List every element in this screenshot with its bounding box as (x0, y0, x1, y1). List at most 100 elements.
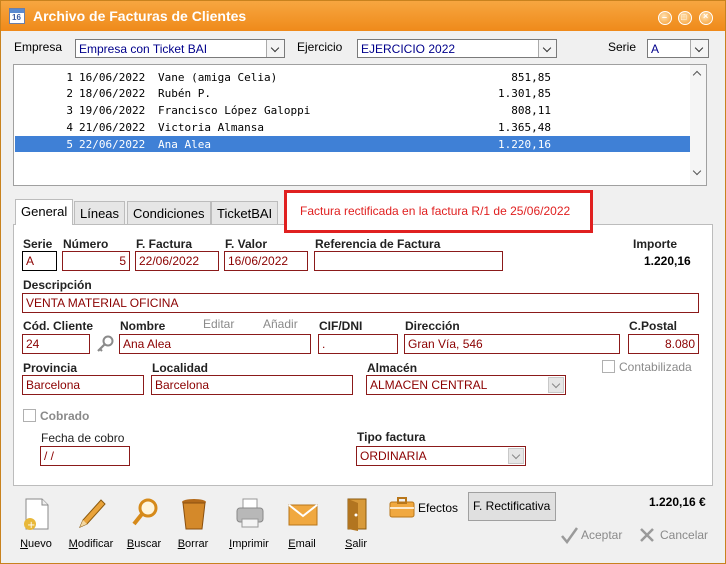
cobrado-checkbox[interactable] (23, 409, 36, 422)
empresa-label: Empresa (14, 40, 63, 54)
cpostal-field[interactable]: 8.080 (628, 334, 699, 354)
codcliente-field[interactable]: 24 (22, 334, 90, 354)
anadir-link[interactable]: Añadir (263, 317, 298, 331)
rectification-notice: Factura rectificada en la factura R/1 de… (284, 190, 593, 233)
key-icon[interactable] (95, 335, 115, 353)
buscar-button[interactable]: Buscar (122, 497, 166, 553)
nuevo-label: Nuevo (20, 538, 52, 550)
salir-label: Salir (344, 538, 367, 550)
list-scrollbar[interactable] (690, 65, 706, 185)
salir-button[interactable]: Salir (334, 497, 378, 553)
maximize-button[interactable] (678, 11, 692, 25)
chevron-up-icon[interactable] (692, 70, 702, 80)
direccion-label: Dirección (405, 319, 460, 333)
empresa-value: Empresa con Ticket BAI (79, 42, 208, 56)
list-item-selected[interactable]: 5 22/06/2022 Ana Alea 1.220,16 (15, 136, 691, 152)
fechacobro-label: Fecha de cobro (41, 431, 125, 445)
chevron-down-icon[interactable] (548, 377, 564, 393)
list-item[interactable]: 2 18/06/2022 Rubén P. 1.301,85 (15, 85, 691, 101)
new-document-icon: + (24, 498, 49, 531)
email-button[interactable]: Email (280, 497, 324, 553)
magnifier-icon (132, 498, 158, 526)
numero-label: Número (63, 237, 109, 251)
provincia-label: Provincia (23, 361, 78, 375)
svg-text:+: + (27, 520, 35, 531)
contabilizada-label: Contabilizada (619, 360, 692, 374)
tab-condiciones[interactable]: Condiciones (127, 201, 211, 225)
ffactura-field[interactable]: 22/06/2022 (135, 251, 219, 271)
almacen-value: ALMACEN CENTRAL (370, 378, 488, 392)
serie-select[interactable]: A (647, 39, 709, 58)
list-item[interactable]: 1 16/06/2022 Vane (amiga Celia) 851,85 (15, 69, 691, 85)
envelope-icon (288, 504, 318, 526)
rectificativa-button[interactable]: F. Rectificativa (468, 492, 556, 521)
list-item[interactable]: 3 19/06/2022 Francisco López Galoppi 808,11 (15, 102, 691, 118)
cif-field[interactable]: . (318, 334, 398, 354)
tab-ticketbai[interactable]: TicketBAI (211, 201, 279, 225)
referencia-label: Referencia de Factura (315, 237, 441, 251)
cpostal-label: C.Postal (629, 319, 678, 333)
aceptar-button[interactable]: Aceptar (581, 528, 622, 542)
fvalor-field[interactable]: 16/06/2022 (224, 251, 308, 271)
chevron-down-icon[interactable] (690, 40, 708, 57)
chevron-down-icon[interactable] (508, 448, 524, 464)
empresa-select[interactable]: Empresa con Ticket BAI (75, 39, 285, 58)
contabilizada-checkbox[interactable] (602, 360, 615, 373)
chevron-down-icon[interactable] (692, 166, 702, 176)
fechacobro-field[interactable]: / / (40, 446, 130, 466)
exit-door-icon (347, 498, 367, 531)
window-title: Archivo de Facturas de Clientes (33, 8, 247, 24)
serie-header-label: Serie (608, 40, 637, 54)
ffactura-label: F. Factura (136, 237, 193, 251)
nombre-field[interactable]: Ana Alea (119, 334, 311, 354)
nombre-label: Nombre (120, 319, 166, 333)
invoice-list[interactable]: 1 16/06/2022 Vane (amiga Celia) 851,85 2 18/… (13, 64, 707, 186)
title-bar[interactable]: 16 Archivo de Facturas de Clientes (1, 1, 725, 31)
printer-icon (236, 498, 264, 528)
cross-icon (638, 526, 656, 544)
briefcase-icon[interactable] (389, 496, 415, 518)
referencia-field[interactable] (314, 251, 503, 271)
invoice-window: 16 Archivo de Facturas de Clientes Empre… (0, 0, 726, 564)
direccion-field[interactable]: Gran Vía, 546 (404, 334, 620, 354)
total-amount: 1.220,16 € (649, 495, 706, 509)
almacen-select[interactable]: ALMACEN CENTRAL (366, 375, 566, 395)
modificar-label: Modificar (68, 538, 114, 550)
borrar-label: Borrar (177, 538, 209, 550)
ejercicio-select[interactable]: EJERCICIO 2022 (357, 39, 557, 58)
cobrado-label: Cobrado (40, 409, 90, 423)
email-label: Email (288, 538, 316, 550)
efectos-button[interactable]: Efectos (418, 501, 458, 515)
cif-label: CIF/DNI (319, 319, 363, 333)
tipofactura-label: Tipo factura (357, 430, 426, 444)
list-item[interactable]: 4 21/06/2022 Victoria Almansa 1.365,48 (15, 119, 691, 135)
editar-link[interactable]: Editar (203, 317, 234, 331)
chevron-down-icon[interactable] (538, 40, 556, 57)
ejercicio-label: Ejercicio (297, 40, 343, 54)
modificar-button[interactable]: Modificar (69, 497, 113, 553)
almacen-label: Almacén (367, 361, 418, 375)
checkmark-icon (560, 526, 579, 545)
descripcion-field[interactable]: VENTA MATERIAL OFICINA (22, 293, 699, 313)
importe-value: 1.220,16 (644, 254, 691, 268)
numero-field[interactable]: 5 (62, 251, 130, 271)
provincia-field[interactable]: Barcelona (22, 375, 144, 395)
close-button[interactable] (699, 11, 713, 25)
localidad-field[interactable]: Barcelona (151, 375, 353, 395)
localidad-label: Localidad (152, 361, 209, 375)
buscar-label: Buscar (126, 538, 162, 550)
borrar-button[interactable]: Borrar (171, 497, 215, 553)
minimize-button[interactable] (658, 11, 672, 25)
tab-general[interactable]: General (15, 199, 74, 225)
nuevo-button[interactable]: + Nuevo (14, 497, 58, 553)
tab-lineas[interactable]: Líneas (74, 201, 126, 225)
trash-bin-icon (182, 499, 206, 530)
ejercicio-value: EJERCICIO 2022 (361, 42, 456, 56)
cancelar-button[interactable]: Cancelar (660, 528, 708, 542)
chevron-down-icon[interactable] (266, 40, 284, 57)
serie-header-value: A (651, 42, 660, 56)
imprimir-button[interactable]: Imprimir (227, 497, 271, 553)
imprimir-label: Imprimir (229, 538, 269, 550)
tipofactura-select[interactable]: ORDINARIA (356, 446, 526, 466)
serie-field[interactable]: A (22, 251, 57, 271)
